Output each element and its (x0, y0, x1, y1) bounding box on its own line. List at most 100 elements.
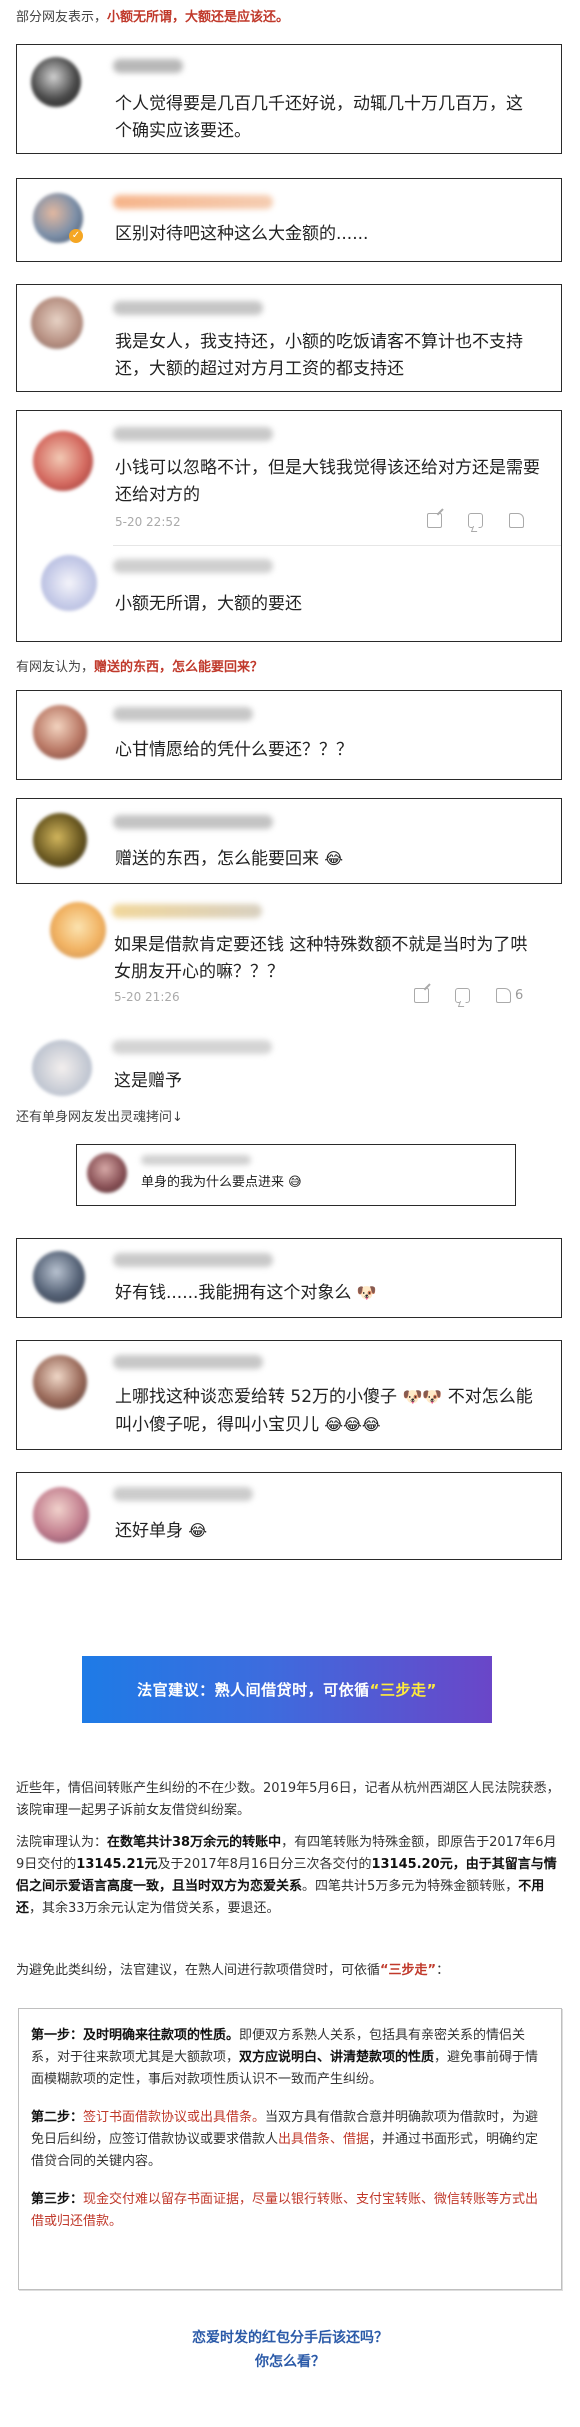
username-blurred (113, 301, 263, 315)
avatar (31, 297, 83, 349)
username-blurred (113, 59, 183, 73)
comment-card-3: 我是女人，我支持还，小额的吃饭请客不算计也不支持还，大额的超过对方月工资的都支持… (16, 284, 562, 392)
username-blurred (113, 1253, 273, 1267)
step-1: 第一步：及时明确来往款项的性质。即便双方系熟人关系，包括具有亲密关系的情侣关系，… (31, 2025, 551, 2091)
comment-text: 心甘情愿给的凭什么要还？？？ (115, 740, 353, 760)
avatar (33, 431, 93, 491)
comment-actions: 6 (414, 988, 523, 1003)
avatar (31, 57, 81, 107)
p3-text: ： (436, 1963, 450, 1978)
comment-actions (427, 513, 524, 528)
comment-card-10: 上哪找这种谈恋爱给转 52万的小傻子 🐶🐶 不对怎么能叫小傻子呢，得叫小宝贝儿 … (16, 1340, 562, 1450)
comment-text: 个人觉得要是几百几千还好说，动辄几十万几百万，这个确实应该要还。 (115, 94, 523, 141)
avatar (32, 1040, 92, 1096)
p2-text: 及于2017年8月16日分三次各交付的 (157, 1857, 372, 1872)
step-label: 第一步： (31, 2028, 84, 2043)
intro-prefix: 部分网友表示， (16, 10, 108, 25)
step-bold: 双方应说明白、讲清楚款项的性质 (239, 2050, 435, 2065)
comment-text: 区别对待吧这种这么大金额的...... (115, 224, 369, 244)
article-page: 部分网友表示，小额无所谓，大额还是应该还。 个人觉得要是几百几千还好说，动辄几十… (0, 0, 580, 2427)
comment-text-body: 好有钱......我能拥有这个对象么 (115, 1283, 352, 1303)
avatar (33, 813, 87, 867)
article-paragraph-2: 法院审理认为：在数笔共计38万余元的转账中，有四笔转账为特殊金额，即原告于201… (16, 1832, 564, 1920)
dog-face-emoji-icon: 🐶 (402, 1387, 423, 1406)
step-title: 现金交付难以留存书面证据，尽量以银行转账、支付宝转账、微信转账等方式出借或归还借… (31, 2192, 539, 2229)
username-blurred (113, 559, 273, 573)
like-icon (496, 988, 511, 1003)
comment-text: 单身的我为什么要点进来 😅 (141, 1173, 501, 1193)
username-blurred (141, 1155, 251, 1165)
laughing-tears-emoji-icon: 😂 (188, 1521, 208, 1540)
comment-text: 好有钱......我能拥有这个对象么 🐶 (115, 1279, 535, 1307)
comment-card-9: 好有钱......我能拥有这个对象么 🐶 (16, 1238, 562, 1318)
comment-text: 小钱可以忽略不计，但是大钱我觉得该还给对方还是需要还给对方的 (115, 458, 540, 505)
reply-icon[interactable] (455, 988, 470, 1003)
laughing-tears-emoji-icon: 😂 (324, 849, 344, 868)
reply-icon[interactable] (468, 513, 483, 528)
avatar (33, 1487, 89, 1543)
step-red: 出具借条、借据 (278, 2132, 370, 2147)
comment-text: 赠送的东西，怎么能要回来 😂 (115, 845, 535, 873)
step-3: 第三步：现金交付难以留存书面证据，尽量以银行转账、支付宝转账、微信转账等方式出借… (31, 2189, 551, 2233)
intro-highlight: 赠送的东西，怎么能要回来？ (94, 660, 264, 675)
comment-text: 我是女人，我支持还，小额的吃饭请客不算计也不支持还，大额的超过对方月工资的都支持… (115, 332, 523, 379)
like-count: 6 (515, 988, 524, 1003)
step-label: 第二步： (31, 2110, 84, 2125)
step-2: 第二步：签订书面借款协议或出具借条。当双方具有借款合意并明确款项为借款时，为避免… (31, 2107, 551, 2173)
username-blurred (113, 707, 253, 721)
avatar (50, 902, 106, 958)
username-blurred (112, 1040, 272, 1054)
avatar (87, 1153, 127, 1193)
avatar (33, 705, 87, 759)
comment-card-5: 心甘情愿给的凭什么要还？？？ (16, 690, 562, 780)
intro-text: 还有单身网友发出灵魂拷问↓ (16, 1110, 183, 1125)
intro-highlight: 小额无所谓，大额还是应该还。 (107, 10, 290, 25)
dog-face-emoji-icon: 🐶 (422, 1387, 443, 1406)
share-icon[interactable] (414, 988, 429, 1003)
p2-text: ，其余33万余元认定为借贷关系，要退还。 (29, 1901, 280, 1916)
username-blurred (113, 1487, 253, 1501)
judge-advice-banner: 法官建议：熟人间借贷时，可依循 “三步走” (82, 1656, 492, 1723)
comment-text: 这是赠予 (114, 1071, 182, 1091)
comment-card-8: 单身的我为什么要点进来 😅 (76, 1144, 516, 1206)
comment-text-body: 上哪找这种谈恋爱给转 52万的小傻子 (115, 1387, 398, 1407)
comment-card-6: 赠送的东西，怎么能要回来 😂 (16, 798, 562, 884)
laughing-tears-emoji-icon: 😂 (361, 1415, 381, 1434)
comment-time: 5-20 22:52 (115, 515, 181, 529)
p3-highlight: “三步走” (380, 1963, 437, 1978)
username-blurred (112, 904, 262, 918)
like-icon[interactable] (509, 513, 524, 528)
username-blurred (113, 1355, 263, 1369)
username-blurred (113, 427, 273, 441)
comment-text-body: 还好单身 (115, 1521, 183, 1541)
step-title: 签订书面借款协议或出具借条。 (83, 2110, 266, 2125)
banner-prefix: 法官建议：熟人间借贷时，可依循 (137, 1681, 370, 1699)
p2-bold-amount: 13145.20元 (371, 1857, 453, 1872)
verified-badge-icon: ✓ (69, 229, 83, 243)
share-icon[interactable] (427, 513, 442, 528)
three-steps-box: 第一步：及时明确来往款项的性质。即便双方系熟人关系，包括具有亲密关系的情侣关系，… (18, 2008, 562, 2290)
laughing-tears-emoji-icon: 😂 (324, 1415, 344, 1434)
dog-face-emoji-icon: 🐶 (356, 1283, 377, 1302)
username-blurred (113, 195, 273, 209)
banner-highlight: “三步走” (369, 1681, 437, 1699)
comment-card-4: 小钱可以忽略不计，但是大钱我觉得该还给对方还是需要还给对方的 5-20 22:5… (16, 410, 562, 642)
comment-text: 小额无所谓，大额的要还 (115, 594, 302, 614)
step-label: 第三步： (31, 2192, 84, 2207)
outro-prompt: 你怎么看？ (255, 2354, 325, 2370)
avatar (41, 555, 97, 611)
comment-text: 还好单身 😂 (115, 1517, 535, 1545)
comment-text-body: 赠送的东西，怎么能要回来 (115, 849, 319, 869)
like-button[interactable]: 6 (496, 988, 523, 1003)
avatar (33, 1251, 85, 1303)
comment-card-7: 如果是借款肯定要还钱 这种特殊数额不就是当时为了哄女朋友开心的嘛？？？ 5-20… (16, 890, 562, 1100)
outro-question: 恋爱时发的红包分手后该还吗？ (192, 2330, 388, 2346)
divider (113, 545, 561, 546)
comment-card-2: ✓ 区别对待吧这种这么大金额的...... (16, 178, 562, 262)
article-paragraph-3: 为避免此类纠纷，法官建议，在熟人间进行款项借贷时，可依循“三步走”： (16, 1960, 564, 1982)
p2-bold: 在数笔共计38万余元的转账中 (107, 1835, 282, 1850)
intro-prefix: 有网友认为， (16, 660, 95, 675)
section-intro-1: 部分网友表示，小额无所谓，大额还是应该还。 (16, 8, 289, 28)
step-title: 及时明确来往款项的性质。 (83, 2028, 240, 2043)
p2-bold-amount: 13145.21元 (76, 1857, 158, 1872)
